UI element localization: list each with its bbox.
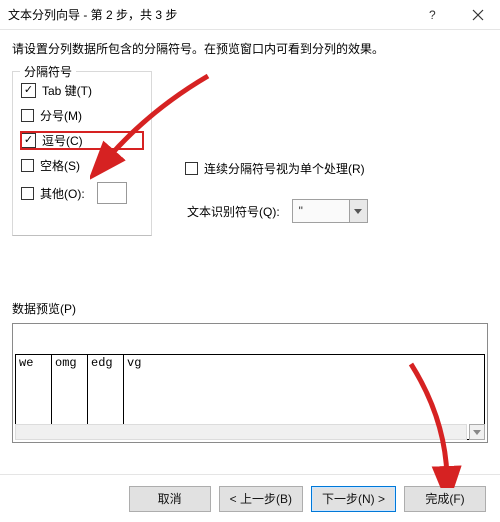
- next-button[interactable]: 下一步(N) >: [311, 486, 396, 512]
- checkbox-consecutive-label: 连续分隔符号视为单个处理(R): [204, 160, 365, 177]
- checkbox-comma-label: 逗号(C): [42, 132, 83, 149]
- text-qualifier-value: ": [299, 204, 303, 218]
- delimiter-fieldset: Tab 键(T) 分号(M) 逗号(C) 空格(S) 其他(O):: [12, 71, 152, 236]
- checkbox-space[interactable]: 空格(S): [21, 157, 143, 174]
- checkbox-comma[interactable]: 逗号(C): [21, 132, 143, 149]
- checkbox-tab-label: Tab 键(T): [42, 82, 92, 99]
- check-icon: [21, 83, 36, 98]
- check-icon: [21, 109, 34, 122]
- checkbox-semicolon-label: 分号(M): [40, 107, 82, 124]
- horizontal-scrollbar[interactable]: [15, 424, 467, 440]
- checkbox-other[interactable]: 其他(O):: [21, 182, 143, 204]
- question-icon: ?: [426, 8, 440, 22]
- cancel-button[interactable]: 取消: [129, 486, 211, 512]
- text-qualifier-label: 文本识别符号(Q):: [187, 203, 280, 220]
- close-icon: [472, 9, 484, 21]
- check-icon: [21, 187, 34, 200]
- check-icon: [185, 162, 198, 175]
- button-bar: 取消 < 上一步(B) 下一步(N) > 完成(F): [0, 474, 500, 522]
- svg-text:?: ?: [429, 8, 436, 22]
- delimiter-legend: 分隔符号: [20, 63, 76, 80]
- finish-button[interactable]: 完成(F): [404, 486, 486, 512]
- checkbox-semicolon[interactable]: 分号(M): [21, 107, 143, 124]
- close-button[interactable]: [455, 0, 500, 30]
- instruction-text: 请设置分列数据所包含的分隔符号。在预览窗口内可看到分列的效果。: [12, 40, 488, 57]
- other-delimiter-input[interactable]: [97, 182, 127, 204]
- scroll-down-button[interactable]: [469, 424, 485, 440]
- text-qualifier-row: 文本识别符号(Q): ": [185, 199, 368, 223]
- data-preview: we omg edg vg: [12, 323, 488, 443]
- window-title: 文本分列向导 - 第 2 步，共 3 步: [8, 6, 410, 23]
- checkbox-tab[interactable]: Tab 键(T): [21, 82, 143, 99]
- checkbox-consecutive[interactable]: 连续分隔符号视为单个处理(R): [185, 160, 368, 177]
- titlebar: 文本分列向导 - 第 2 步，共 3 步 ?: [0, 0, 500, 30]
- checkbox-space-label: 空格(S): [40, 157, 80, 174]
- checkbox-other-label: 其他(O):: [40, 185, 85, 202]
- check-icon: [21, 133, 36, 148]
- preview-label: 数据预览(P): [12, 300, 488, 317]
- text-qualifier-select[interactable]: ": [292, 199, 368, 223]
- chevron-down-icon: [349, 200, 367, 222]
- check-icon: [21, 159, 34, 172]
- back-button[interactable]: < 上一步(B): [219, 486, 303, 512]
- help-button[interactable]: ?: [410, 0, 455, 30]
